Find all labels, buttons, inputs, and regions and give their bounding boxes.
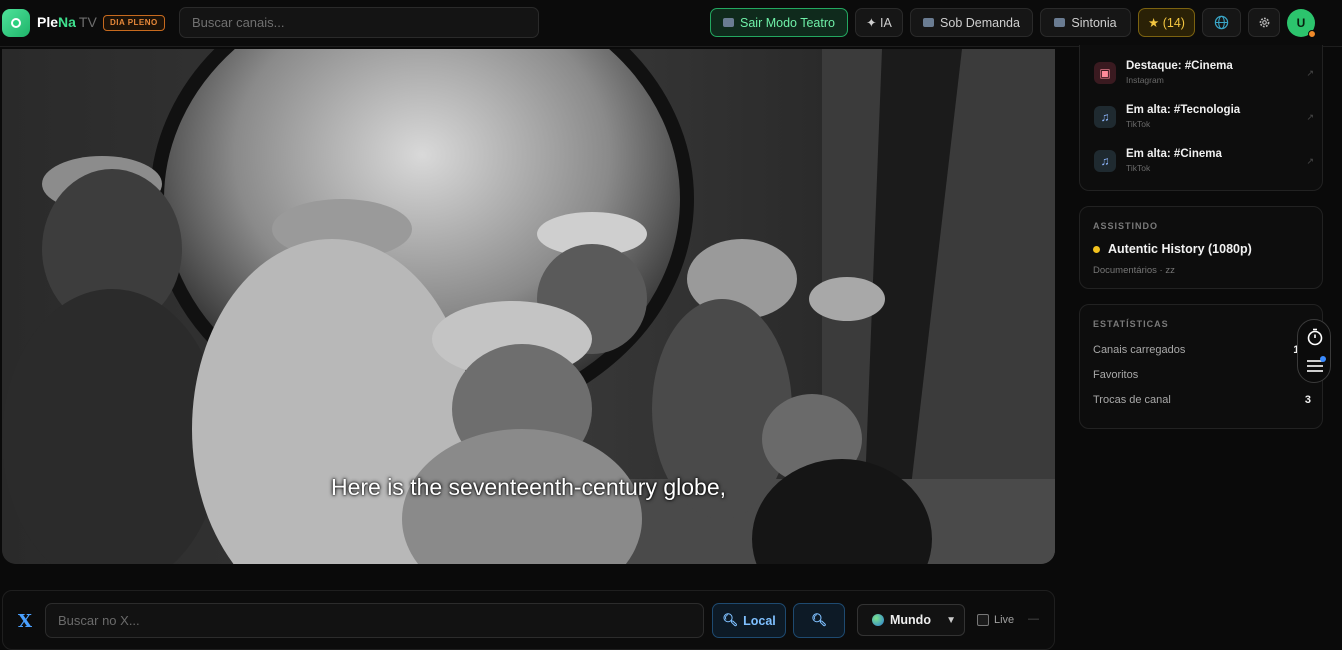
video-player[interactable]: Here is the seventeenth-century globe, [2,49,1055,564]
status-dot [1308,30,1316,38]
external-link-icon: ↗ [1306,68,1314,78]
day-badge: DIA PLENO [103,15,165,31]
trend-item[interactable]: ♫ Em alta: #Cinema TikTok ↗ [1094,146,1314,186]
on-demand-label: Sob Demanda [940,15,1020,30]
ai-button[interactable]: ✦ IA [855,8,903,37]
tune-label: Sintonia [1071,15,1117,30]
brand-title: PleNa TV [37,14,97,30]
on-demand-button[interactable]: Sob Demanda [910,8,1033,37]
tune-button[interactable]: Sintonia [1040,8,1131,37]
chevron-down-icon: ▼ [946,614,956,626]
trend-title: Destaque: #Cinema [1126,60,1233,72]
music-note-icon: ♫ [1094,106,1116,128]
trend-title: Em alta: #Tecnologia [1126,104,1241,116]
floating-toolbar [1297,319,1331,383]
channel-search-input[interactable] [179,7,539,38]
stat-label: Trocas de canal [1093,394,1171,406]
favorites-label: ★ (14) [1148,16,1185,30]
search-icon: 🔍︎ [722,613,739,627]
now-watching-title[interactable]: Autentic History (1080p) [1108,242,1252,256]
search-icon: 🔍︎ [811,613,827,627]
x-search-bar: X 🔍︎ Local 🔍︎ Mundo ▼ Live — [2,590,1055,650]
now-watching-subtitle: Documentários · zz [1093,265,1175,276]
trends-panel: ▣ Destaque: #Cinema Instagram ↗ ♫ Em alt… [1079,45,1323,191]
trend-source: TikTok [1126,163,1151,173]
trend-item[interactable]: ♫ Em alta: #Tecnologia TikTok ↗ [1094,102,1314,142]
search-button[interactable]: 🔍︎ [793,603,845,638]
trend-item[interactable]: ▣ Destaque: #Cinema Instagram ↗ [1094,58,1314,98]
stat-row: Trocas de canal 3 [1093,394,1311,406]
stat-value: 3 [1304,394,1311,406]
timer-icon[interactable] [1306,328,1324,346]
language-button[interactable] [1202,8,1241,37]
external-link-icon: ↗ [1306,156,1314,166]
logo-icon[interactable] [2,9,30,37]
stat-label: Canais carregados [1093,344,1186,356]
globe-icon [872,614,884,626]
trend-source: Instagram [1126,75,1164,85]
favorites-button[interactable]: ★ (14) [1138,8,1195,37]
exit-theater-mode-label: Sair Modo Teatro [740,15,835,30]
video-subtitle: Here is the seventeenth-century globe, [330,474,727,500]
x-search-input[interactable] [45,603,704,638]
music-note-icon: ♫ [1094,150,1116,172]
instagram-icon: ▣ [1094,62,1116,84]
stats-label: ESTATÍSTICAS [1093,319,1169,329]
stat-row: Canais carregados 119 [1093,344,1311,356]
exit-theater-mode-button[interactable]: Sair Modo Teatro [710,8,848,37]
settings-button[interactable] [1248,8,1280,37]
tv-icon [1054,18,1066,27]
user-avatar[interactable]: U [1287,9,1316,38]
top-bar: PleNaTV DIA PLENO Sair Modo Teatro ✦ IA … [0,0,1342,47]
stat-label: Favoritos [1093,369,1139,381]
film-icon [923,18,935,27]
menu-icon[interactable] [1306,356,1326,374]
live-status-dot [1093,246,1100,253]
live-label: Live [994,614,1015,626]
now-watching-label: ASSISTINDO [1093,221,1159,231]
external-link-icon: ↗ [1306,112,1314,122]
region-label: Mundo [890,613,931,627]
trend-source: TikTok [1126,119,1151,129]
live-checkbox[interactable] [977,614,989,626]
stat-row: Favoritos [1093,369,1311,381]
stats-panel: ESTATÍSTICAS Canais carregados 119 Favor… [1079,304,1323,429]
now-watching-panel: ASSISTINDO Autentic History (1080p) Docu… [1079,206,1323,289]
ai-label: ✦ IA [866,16,892,30]
local-search-label: Local [743,613,776,628]
region-select[interactable]: Mundo ▼ [857,604,965,636]
x-logo-icon: X [18,611,32,632]
gear-icon [1259,17,1269,28]
avatar-initial: U [1296,16,1306,30]
notification-dot [1320,356,1326,362]
theater-icon [723,18,735,27]
trend-title: Em alta: #Cinema [1126,148,1222,160]
more-dash: — [1028,613,1039,625]
local-search-button[interactable]: 🔍︎ Local [712,603,786,638]
globe-icon [1214,15,1229,30]
